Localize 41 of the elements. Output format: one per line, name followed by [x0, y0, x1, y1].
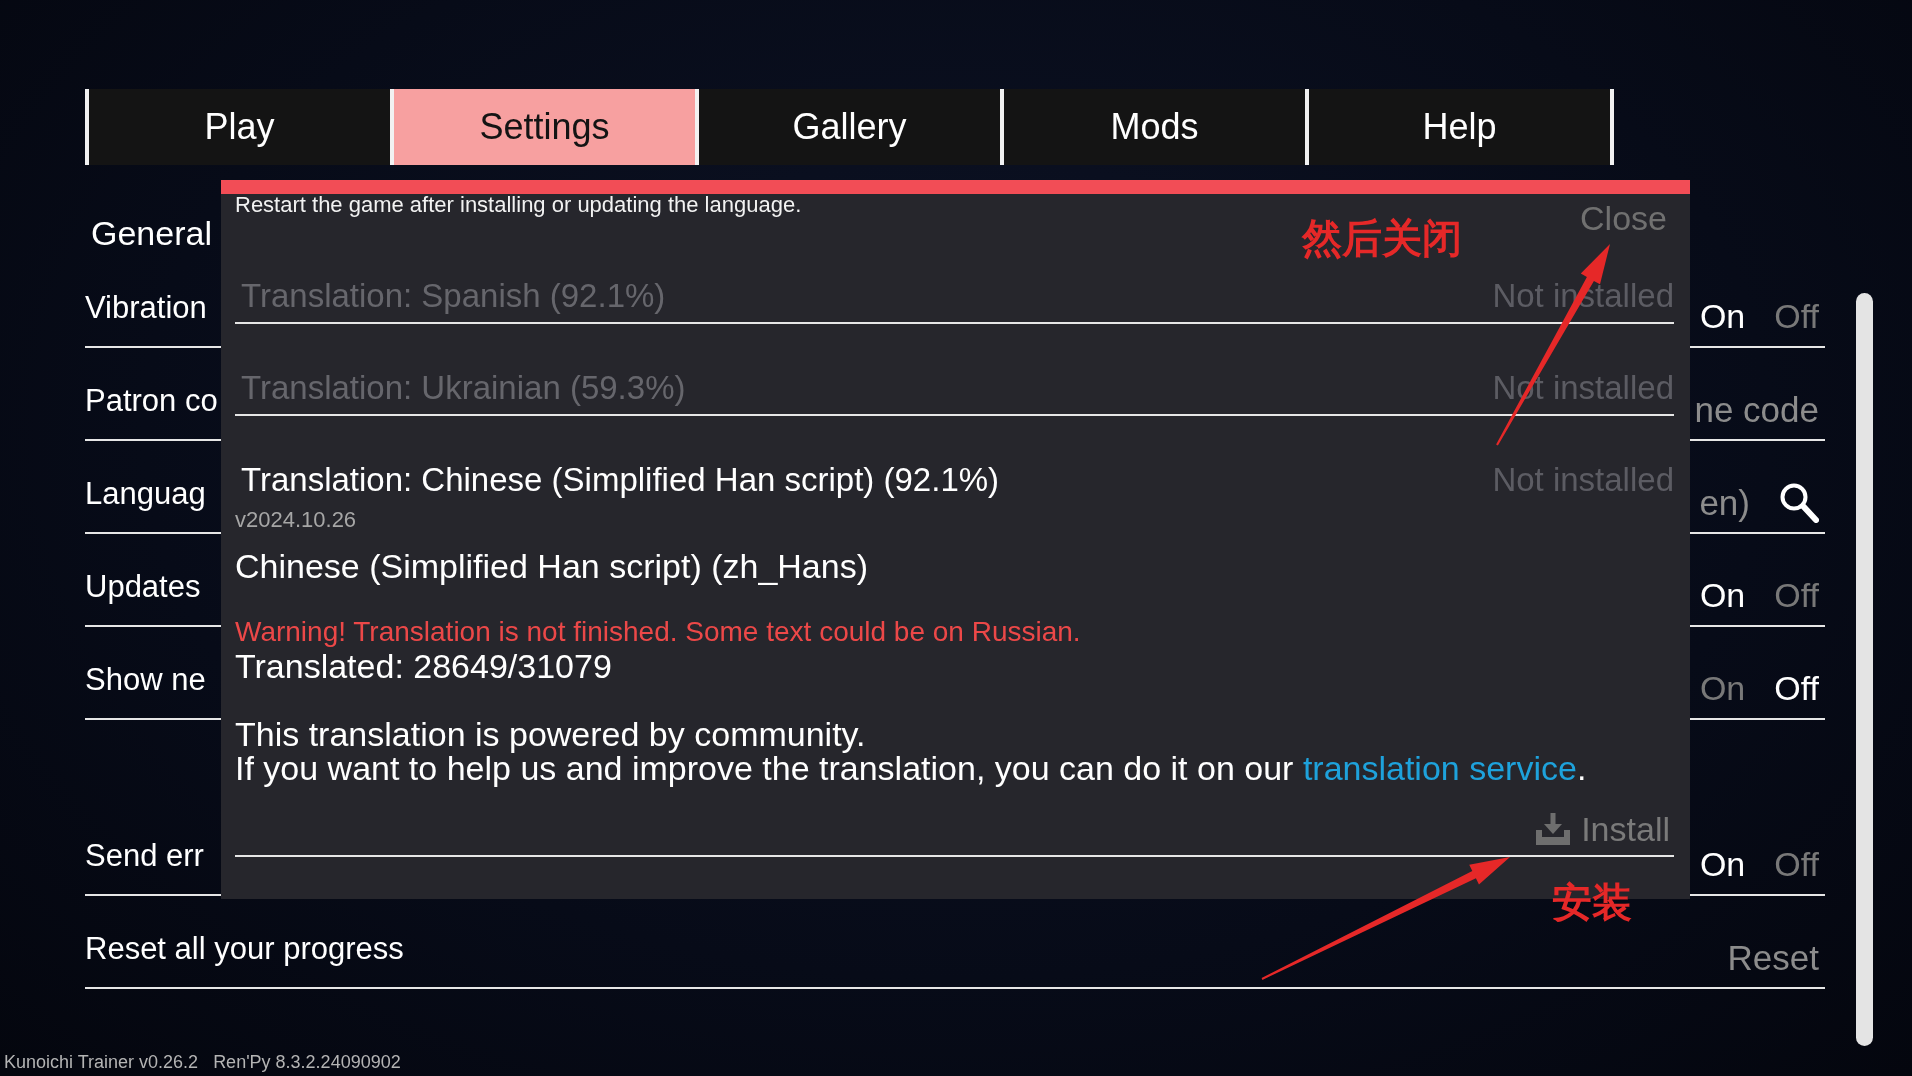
language-value: en): [1699, 482, 1750, 523]
toggle-option[interactable]: Off: [1774, 297, 1819, 336]
game-version: Kunoichi Trainer v0.26.2: [4, 1052, 199, 1072]
setting-label: Reset all your progress: [85, 930, 404, 967]
setting-label: Languag: [85, 475, 206, 512]
annotation-text: 安装: [1552, 880, 1632, 924]
toggle-option[interactable]: Off: [1774, 845, 1819, 884]
setting-label: Updates: [85, 568, 201, 605]
translation-service-link[interactable]: translation service: [1302, 749, 1577, 787]
tab[interactable]: Play: [85, 89, 390, 165]
search-icon[interactable]: [1779, 482, 1819, 523]
toggle-option[interactable]: Off: [1774, 576, 1819, 615]
reset-button[interactable]: Reset: [1727, 937, 1819, 978]
version-text: v2024.10.26: [235, 507, 357, 533]
warning-text: Warning! Translation is not finished. Some text could be on Russian.: [235, 615, 1081, 649]
toggle-option[interactable]: On: [1699, 297, 1746, 336]
setting-label: Send err: [85, 837, 204, 874]
locale-name: Chinese (Simplified Han script) (zh_Hans): [235, 549, 868, 583]
annotation-text: 然后关闭: [1302, 216, 1462, 260]
install-button[interactable]: Install: [1535, 809, 1670, 849]
toggle-option[interactable]: On: [1699, 576, 1746, 615]
engine-version: Ren'Py 8.3.2.24090902: [213, 1052, 401, 1072]
tab[interactable]: Settings: [390, 89, 695, 165]
description-text: This translation is powered by community.: [235, 717, 866, 751]
toggle-option[interactable]: On: [1699, 669, 1746, 708]
tab[interactable]: Help: [1305, 89, 1614, 165]
scrollbar[interactable]: [1856, 293, 1873, 1046]
close-button[interactable]: Close: [1580, 201, 1667, 235]
tab[interactable]: Mods: [1000, 89, 1305, 165]
toggle-option[interactable]: On: [1699, 845, 1746, 884]
setting-label: Patron co: [85, 382, 218, 419]
section-title: General: [91, 214, 212, 253]
restart-notice: Restart the game after installing or updating the language.: [235, 194, 802, 216]
download-icon: [1535, 813, 1572, 845]
tab[interactable]: Gallery: [695, 89, 1000, 165]
setting-value[interactable]: ne code: [1694, 389, 1819, 430]
setting-label: Show ne: [85, 661, 206, 698]
setting-label: Vibration: [85, 289, 207, 326]
translated-count: Translated: 28649/31079: [235, 649, 612, 683]
language-title[interactable]: Translation: Chinese (Simplified Han script) (92.1%): [241, 459, 1000, 500]
toggle-option[interactable]: Off: [1774, 669, 1819, 708]
